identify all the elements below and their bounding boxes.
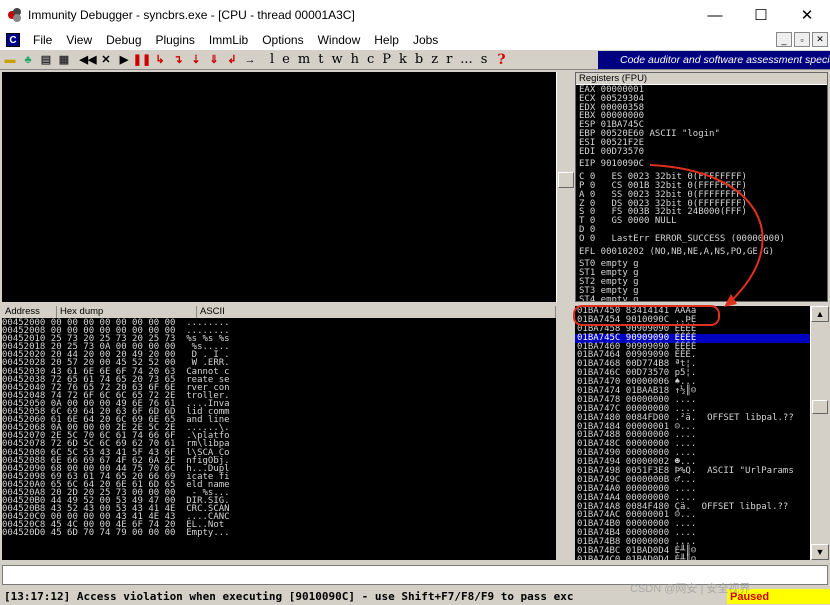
menu-plugins[interactable]: Plugins xyxy=(149,33,202,47)
toolbar-banner: Code auditor and software assessment spe… xyxy=(598,51,830,69)
toolbar-memory-button[interactable]: m xyxy=(298,52,310,67)
modules-icon[interactable]: ▦ xyxy=(56,52,72,68)
minimize-button[interactable]: — xyxy=(692,0,738,30)
rewind-icon[interactable]: ◀◀ xyxy=(80,52,97,68)
dump-col-address[interactable]: Address xyxy=(2,306,57,318)
menu-immlib[interactable]: ImmLib xyxy=(202,33,255,47)
cpu-window-icon[interactable]: C xyxy=(6,33,20,47)
scroll-down-icon[interactable]: ▼ xyxy=(811,544,829,560)
mdi-controls: _ ▫ ✕ xyxy=(776,32,828,47)
python-shell-icon[interactable]: ▤ xyxy=(38,52,54,68)
maximize-button[interactable]: ☐ xyxy=(738,0,784,30)
menu-window[interactable]: Window xyxy=(311,33,368,47)
stack-value: 01BAD0D4 xyxy=(625,554,675,560)
help-button[interactable]: ? xyxy=(497,52,505,68)
pause-icon[interactable]: ❚❚ xyxy=(133,52,151,68)
stack-address: 01BA74C0 xyxy=(577,554,626,560)
step-into-icon[interactable]: ↳ xyxy=(152,52,168,68)
menu-debug[interactable]: Debug xyxy=(99,33,148,47)
disassembly-pane[interactable] xyxy=(2,72,556,302)
stack-scroll-thumb[interactable] xyxy=(812,400,828,414)
register-line[interactable]: EDI 00D73570 xyxy=(579,147,824,157)
stack-rows: 01BA7450 83414141 AAAâ 01BA7454 9010090C… xyxy=(575,306,810,560)
trace-into-icon[interactable]: ⇣ xyxy=(188,52,204,68)
scroll-up-icon[interactable]: ▲ xyxy=(811,306,829,322)
dump-col-ascii[interactable]: ASCII xyxy=(197,306,556,318)
dump-scrollbar[interactable] xyxy=(556,306,574,560)
mdi-minimize-button[interactable]: _ xyxy=(776,32,792,47)
toolbar: ▬ ♣ ▤ ▦ ◀◀ ✕ ▶ ❚❚ ↳ ↴ ⇣ ⇓ ↲ → l e m t w … xyxy=(0,50,830,70)
registers-pane[interactable]: Registers (FPU) EAX 00000001 ECX 00529304… xyxy=(575,72,828,302)
toolbar-handles-button[interactable]: h xyxy=(351,52,359,67)
goto-address-icon[interactable]: → xyxy=(242,52,258,68)
stack-comment: OFFSET libpal.?? xyxy=(707,412,794,423)
toolbar-breakpoints-button[interactable]: b xyxy=(415,52,423,67)
stack-pane[interactable]: 01BA7450 83414141 AAAâ 01BA7454 9010090C… xyxy=(575,306,810,560)
disassembly-scrollbar[interactable] xyxy=(556,72,574,302)
watermark-text: CSDN @网安 | 安全视界 xyxy=(630,583,751,595)
dump-ascii: Empty... xyxy=(186,528,230,539)
dump-header: Address Hex dump ASCII xyxy=(2,306,556,318)
dump-col-hex[interactable]: Hex dump xyxy=(57,306,197,318)
status-message: [13:17:12] Access violation when executi… xyxy=(4,590,574,603)
menu-file[interactable]: File xyxy=(26,33,59,47)
register-line[interactable]: O 0 LastErr ERROR_SUCCESS (00000000) xyxy=(579,234,824,244)
menu-view[interactable]: View xyxy=(59,33,99,47)
run-icon[interactable]: ▶ xyxy=(116,52,132,68)
dump-rows: 00452000 00 00 00 00 00 00 00 00 .......… xyxy=(2,319,556,538)
toolbar-references-button[interactable]: r xyxy=(446,52,452,67)
trace-over-icon[interactable]: ⇓ xyxy=(206,52,222,68)
toolbar-runtrace-button[interactable]: ... xyxy=(460,52,472,67)
toolbar-z-button[interactable]: z xyxy=(431,52,438,67)
stack-comment: OFFSET libpal.?? xyxy=(701,501,789,512)
registers-list: EAX 00000001 ECX 00529304 EDX 00000358 EBX … xyxy=(576,85,827,301)
toolbar-threads-button[interactable]: t xyxy=(318,52,323,67)
stack-scrollbar[interactable]: ▲ ▼ xyxy=(810,306,829,560)
register-line[interactable]: T 0 GS 0000 NULL xyxy=(579,217,824,226)
dump-row[interactable]: 004520D0 45 6D 70 74 79 00 00 00 Empty..… xyxy=(2,528,556,539)
register-line[interactable]: EFL 00010202 (NO,NB,NE,A,NS,PO,GE,G) xyxy=(579,247,824,257)
menu-jobs[interactable]: Jobs xyxy=(406,33,445,47)
stack-comment: ASCII "UrlParams xyxy=(707,466,794,477)
toolbar-cpu-button[interactable]: c xyxy=(367,52,374,67)
toolbar-source-button[interactable]: s xyxy=(481,52,488,67)
restart-icon[interactable]: ♣ xyxy=(20,52,36,68)
title-bar: Immunity Debugger - syncbrs.exe - [CPU -… xyxy=(0,0,830,30)
toolbar-patches-button[interactable]: P xyxy=(382,52,391,67)
debugger-window: Immunity Debugger - syncbrs.exe - [CPU -… xyxy=(0,0,830,605)
close-button[interactable]: ✕ xyxy=(784,0,830,30)
hex-dump-pane[interactable]: Address Hex dump ASCII 00452000 00 00 00… xyxy=(2,306,556,560)
mdi-restore-button[interactable]: ▫ xyxy=(794,32,810,47)
menu-options[interactable]: Options xyxy=(255,33,310,47)
immunity-logo-icon xyxy=(8,8,22,22)
disassembly-scroll-thumb[interactable] xyxy=(558,172,574,188)
stack-ascii: È╨║☺ xyxy=(674,554,708,560)
open-folder-icon[interactable]: ▬ xyxy=(2,52,18,68)
register-line[interactable]: EIP 9010090C xyxy=(579,160,824,169)
toolbar-windows-button[interactable]: w xyxy=(331,52,342,67)
mdi-close-button[interactable]: ✕ xyxy=(812,32,828,47)
execute-till-return-icon[interactable]: ↲ xyxy=(224,52,240,68)
close-process-icon[interactable]: ✕ xyxy=(98,52,114,68)
menu-help[interactable]: Help xyxy=(367,33,406,47)
toolbar-log-button[interactable]: l xyxy=(270,52,274,67)
dump-address: 004520D0 xyxy=(2,528,51,539)
window-controls: — ☐ ✕ xyxy=(692,0,830,30)
toolbar-callstack-button[interactable]: k xyxy=(399,52,407,67)
window-title: Immunity Debugger - syncbrs.exe - [CPU -… xyxy=(28,8,355,22)
stack-row[interactable]: 01BA74C0 01BAD0D4 È╨║☺ xyxy=(575,554,810,560)
step-over-icon[interactable]: ↴ xyxy=(170,52,186,68)
registers-header: Registers (FPU) xyxy=(576,73,827,85)
dump-hex: 45 6D 70 74 79 00 00 00 xyxy=(50,528,187,539)
toolbar-modules-button[interactable]: e xyxy=(282,52,290,67)
menu-bar: C File View Debug Plugins ImmLib Options… xyxy=(0,30,830,50)
